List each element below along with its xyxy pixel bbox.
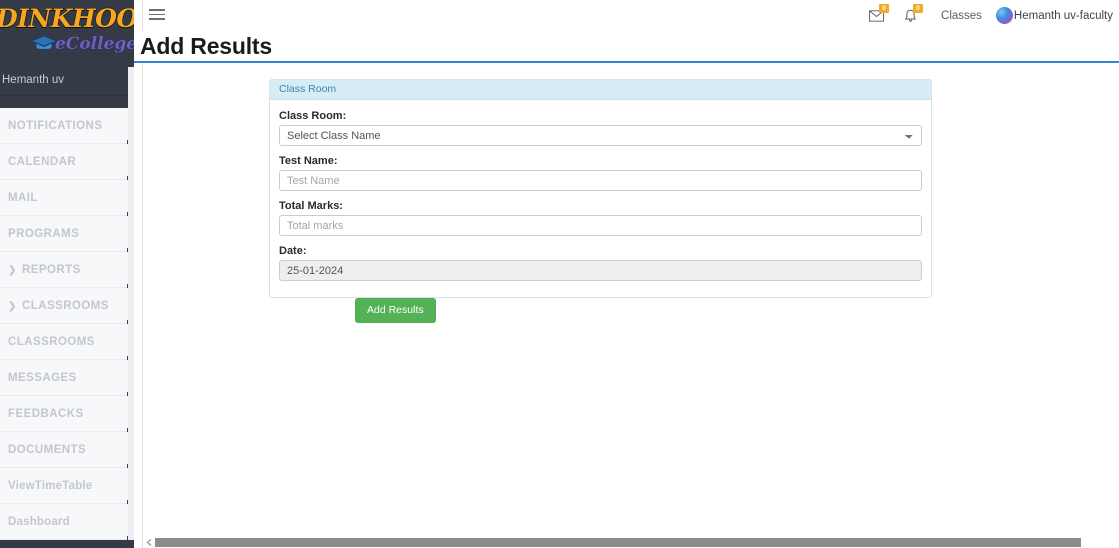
sidebar-item-calendar-1[interactable]: CALENDAR [0,144,134,182]
chevron-right-icon: ❯ [8,301,17,312]
brand-logo-subtext: eCollege [55,34,134,55]
sidebar-item-viewtimetable-10[interactable]: ViewTimeTable [0,468,134,506]
user-menu[interactable]: Hemanth uv-faculty [995,7,1117,24]
sidebar-item-dashboard-11[interactable]: Dashboard [0,504,134,542]
brand-logo-text: DINKHOO! [0,3,134,33]
avatar [995,7,1013,24]
class_room-label: Class Room: [279,110,347,122]
test_name-input[interactable] [279,170,922,191]
field-test_name: Test Name: [279,155,922,191]
sidebar-item-reports-4[interactable]: ❯ REPORTS [0,252,134,290]
panel-body: Class Room: Select Class Name Test Name: To… [270,100,931,297]
panel-title: Class Room [270,80,931,100]
sidebar-item-messages-7[interactable]: MESSAGES [0,360,134,398]
sidebar-item-label: ViewTimeTable [8,480,93,492]
sidebar-item-label: DOCUMENTS [8,444,87,456]
sidebar-item-label: FEEDBACKS [8,408,84,420]
sidebar-item-label: Dashboard [8,516,70,528]
sidebar-item-documents-9[interactable]: DOCUMENTS [0,432,134,470]
sidebar-item-label: MAIL [8,192,38,204]
sidebar-menu: NOTIFICATIONS CALENDAR MAIL PROGRAMS ❯ REPORT… [0,108,134,542]
user-name-label: Hemanth uv-faculty [1013,9,1113,22]
sidebar-item-notifications-0[interactable]: NOTIFICATIONS [0,108,134,146]
sidebar-brand-spacer [0,96,134,108]
chevron-left-icon[interactable] [145,538,154,547]
app-root: DINKHOO! eCollege Hemanth uv NOTIFICATIO… [0,0,1119,548]
graduation-cap-icon [30,35,58,50]
scrollbar-corner [1104,533,1119,548]
sidebar-item-feedbacks-8[interactable]: FEEDBACKS [0,396,134,434]
sidebar-item-label: MESSAGES [8,372,77,384]
field-class_room: Class Room: Select Class Name [279,110,922,146]
total_marks-label: Total Marks: [279,200,343,212]
sidebar-content-divider [134,0,143,548]
sidebar-item-label: CLASSROOMS [8,336,95,348]
sidebar-item-label: CALENDAR [8,156,77,168]
topbar: 0 0 Classes Hemanth uv-faculty [144,0,1119,31]
class_room-select[interactable]: Select Class Name [279,125,922,146]
total_marks-input[interactable] [279,215,922,236]
scrollbar-thumb[interactable] [155,538,1081,547]
sidebar-item-label: REPORTS [22,264,81,276]
topbar-right-group: 0 0 Classes Hemanth uv-faculty [859,0,1117,31]
sidebar-item-mail-2[interactable]: MAIL [0,180,134,218]
date-label: Date: [279,245,307,257]
classes-link[interactable]: Classes [927,10,996,22]
add-results-button[interactable]: Add Results [355,298,436,323]
brand-logo: DINKHOO! eCollege [0,2,134,64]
sidebar-item-programs-3[interactable]: PROGRAMS [0,216,134,254]
notifications-button[interactable]: 0 [893,0,927,31]
sidebar-brand[interactable]: DINKHOO! eCollege [0,0,134,67]
date-input [279,260,922,281]
sidebar-item-classrooms-5[interactable]: ❯ CLASSROOMS [0,288,134,326]
mail-badge: 0 [879,4,890,13]
class-room-panel: Class Room Class Room: Select Class Name T… [269,79,932,298]
sidebar-item-label: NOTIFICATIONS [8,120,103,132]
horizontal-scrollbar[interactable] [144,533,1119,548]
chevron-right-icon: ❯ [8,265,17,276]
sidebar: DINKHOO! eCollege Hemanth uv NOTIFICATIO… [0,0,134,548]
sidebar-item-label: CLASSROOMS [22,300,109,312]
field-total_marks: Total Marks: [279,200,922,236]
page-title: Add Results [140,33,272,59]
sidebar-item-label: PROGRAMS [8,228,80,240]
hamburger-icon[interactable] [148,6,166,22]
test_name-label: Test Name: [279,155,338,167]
sidebar-username: Hemanth uv [0,67,134,96]
field-date: Date: [279,245,922,281]
sidebar-item-classrooms-6[interactable]: CLASSROOMS [0,324,134,362]
sidebar-footer-bar [0,540,134,548]
main-content: Class Room Class Room: Select Class Name T… [144,65,1119,533]
mail-button[interactable]: 0 [859,0,893,31]
page-header: Add Results [134,31,1119,63]
notifications-badge: 0 [913,4,924,13]
